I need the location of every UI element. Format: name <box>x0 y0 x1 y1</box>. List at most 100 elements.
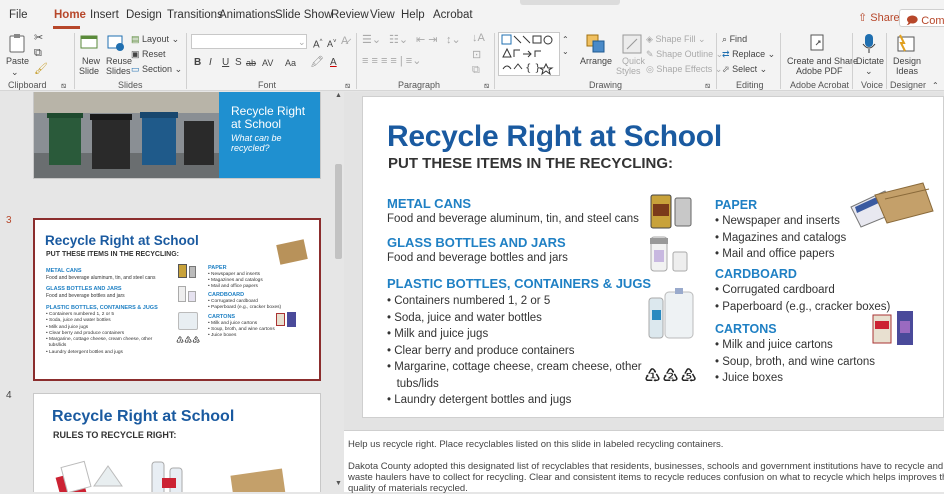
find-button[interactable]: ⌕ Find <box>722 34 747 44</box>
tab-help[interactable]: Help <box>401 9 425 21</box>
paper-list[interactable]: • Newspaper and inserts • Magazines and … <box>715 213 846 263</box>
plastic-list[interactable]: • Containers numbered 1, 2 or 5 • Soda, … <box>387 293 642 409</box>
italic-button[interactable]: I <box>209 58 212 68</box>
new-slide-label[interactable]: New <box>82 56 100 66</box>
cartons-list[interactable]: • Milk and juice cartons • Soup, broth, … <box>715 337 875 387</box>
strikethrough-button[interactable]: ab <box>246 58 256 68</box>
bullets-icon[interactable]: ☰⌄ <box>362 35 381 46</box>
quick-styles-label[interactable]: Quick <box>622 56 645 66</box>
scroll-down-icon[interactable]: ▼ <box>335 480 342 487</box>
dialog-launcher-icon[interactable]: ⧅ <box>345 81 350 91</box>
microphone-icon[interactable] <box>861 33 877 55</box>
dialog-launcher-icon[interactable]: ⧅ <box>61 81 66 91</box>
tab-slide-show[interactable]: Slide Show <box>275 9 333 21</box>
paste-icon[interactable] <box>8 33 26 53</box>
shape-effects-button[interactable]: ◎ Shape Effects ⌄ <box>646 64 722 74</box>
thumbnail-scrollbar[interactable]: ▲ ▼ <box>333 92 344 492</box>
slide-subtitle[interactable]: PUT THESE ITEMS IN THE RECYCLING: <box>388 155 673 172</box>
reset-button[interactable]: ▣ Reset <box>131 49 166 59</box>
highlight-icon[interactable]: 🖍 <box>310 57 324 68</box>
text-direction-icon[interactable]: ↓A <box>472 33 485 44</box>
indent-icon[interactable]: ⇤ ⇥ <box>416 35 438 46</box>
share-button[interactable]: ⇧ Share <box>852 9 906 27</box>
reuse-slides-icon[interactable] <box>106 32 126 54</box>
change-case-button[interactable]: Aa <box>285 58 296 68</box>
new-slide-label-2[interactable]: Slide <box>79 66 99 76</box>
shadow-button[interactable]: S <box>235 58 242 68</box>
tab-transitions[interactable]: Transitions <box>167 9 223 21</box>
reuse-slides-label-2[interactable]: Slides <box>106 66 131 76</box>
metal-cans-heading[interactable]: METAL CANS <box>387 196 471 211</box>
cartons-heading[interactable]: CARTONS <box>715 322 777 336</box>
shape-fill-button[interactable]: ◈ Shape Fill ⌄ <box>646 34 706 44</box>
slide-thumbnail-3[interactable]: Recycle Right at School PUT THESE ITEMS … <box>33 218 321 381</box>
paste-label[interactable]: Paste <box>6 56 29 66</box>
cut-icon[interactable]: ✂ <box>34 33 43 44</box>
smartart-icon[interactable]: ⧉ <box>472 65 480 76</box>
tab-review[interactable]: Review <box>331 9 369 21</box>
design-ideas-label-2[interactable]: Ideas <box>896 66 918 76</box>
comments-button[interactable]: 🗩 Comm <box>899 9 944 27</box>
numbering-icon[interactable]: ☷⌄ <box>389 35 408 46</box>
slide-thumbnail-2[interactable]: Recycle Right at School What can be recy… <box>33 92 321 179</box>
shape-outline-button[interactable]: ✎ Shape Outline ⌄ <box>646 49 723 59</box>
font-color-button[interactable]: A <box>330 58 337 68</box>
tab-view[interactable]: View <box>370 9 395 21</box>
shapes-gallery[interactable]: { } <box>498 32 560 76</box>
chevron-down-icon[interactable]: ⌄ <box>865 66 873 76</box>
section-button[interactable]: ▭ Section ⌄ <box>131 64 182 74</box>
quick-styles-label-2[interactable]: Styles <box>616 66 641 76</box>
tab-file[interactable]: File <box>9 9 28 21</box>
underline-button[interactable]: U <box>222 58 229 68</box>
adobe-pdf-icon[interactable] <box>808 33 828 53</box>
line-spacing-icon[interactable]: ↕⌄ <box>446 35 461 46</box>
quick-styles-icon[interactable] <box>621 33 643 55</box>
increase-font-icon[interactable]: A^ <box>313 37 323 50</box>
chevron-down-icon[interactable]: ⌄ <box>562 47 569 57</box>
clear-formatting-icon[interactable]: A̷ <box>341 36 348 47</box>
format-painter-icon[interactable]: 🖌 <box>34 64 48 75</box>
tab-design[interactable]: Design <box>126 9 162 21</box>
plastic-heading[interactable]: PLASTIC BOTTLES, CONTAINERS & JUGS <box>387 276 651 291</box>
new-slide-icon[interactable] <box>79 32 99 54</box>
tab-acrobat[interactable]: Acrobat <box>433 9 473 21</box>
slide-thumbnail-4[interactable]: Recycle Right at School RULES TO RECYCLE… <box>33 393 321 492</box>
speaker-notes[interactable]: Help us recycle right. Place recyclables… <box>344 430 944 494</box>
dialog-launcher-icon[interactable]: ⧅ <box>484 81 489 91</box>
create-pdf-label[interactable]: Create and Share <box>787 56 858 66</box>
copy-icon[interactable]: ⧉ <box>34 48 42 59</box>
scroll-up-icon[interactable]: ▲ <box>335 92 342 99</box>
decrease-font-icon[interactable]: A˅ <box>327 37 337 49</box>
arrange-label[interactable]: Arrange <box>580 56 612 66</box>
design-ideas-icon[interactable] <box>895 33 917 55</box>
scrollbar-thumb[interactable] <box>335 164 342 259</box>
cardboard-heading[interactable]: CARDBOARD <box>715 267 797 281</box>
layout-button[interactable]: ▤ Layout ⌄ <box>131 34 179 44</box>
metal-cans-text[interactable]: Food and beverage aluminum, tin, and ste… <box>387 213 639 225</box>
chevron-down-icon[interactable]: ⌄ <box>11 67 19 77</box>
reuse-slides-label[interactable]: Reuse <box>106 56 132 66</box>
font-name-dropdown[interactable] <box>191 34 307 49</box>
glass-heading[interactable]: GLASS BOTTLES AND JARS <box>387 235 566 250</box>
arrange-icon[interactable] <box>585 33 607 55</box>
tab-insert[interactable]: Insert <box>90 9 119 21</box>
select-button[interactable]: ⬀ Select ⌄ <box>722 64 767 74</box>
paper-heading[interactable]: PAPER <box>715 198 757 212</box>
chevron-up-icon[interactable]: ⌃ <box>562 35 569 45</box>
align-text-icon[interactable]: ⊡ <box>472 50 481 61</box>
character-spacing-button[interactable]: AV <box>262 58 273 68</box>
tab-home[interactable]: Home <box>54 9 86 21</box>
dialog-launcher-icon[interactable]: ⧅ <box>705 81 710 91</box>
chevron-icon[interactable]: ⌃ <box>932 81 939 91</box>
design-ideas-label[interactable]: Design <box>893 56 921 66</box>
current-slide[interactable]: Recycle Right at School PUT THESE ITEMS … <box>362 96 944 418</box>
align-icons[interactable]: ≡ ≡ ≡ ≡ | ≡⌄ <box>362 56 421 67</box>
create-pdf-label-2[interactable]: Adobe PDF <box>796 66 843 76</box>
cardboard-list[interactable]: • Corrugated cardboard • Paperboard (e.g… <box>715 282 890 315</box>
chevron-down-icon[interactable]: ⌄ <box>298 37 306 47</box>
tab-animations[interactable]: Animations <box>219 9 276 21</box>
bold-button[interactable]: B <box>194 58 201 68</box>
slide-title[interactable]: Recycle Right at School <box>387 120 722 154</box>
glass-text[interactable]: Food and beverage bottles and jars <box>387 252 568 264</box>
replace-button[interactable]: ⇄ Replace ⌄ <box>722 49 775 59</box>
